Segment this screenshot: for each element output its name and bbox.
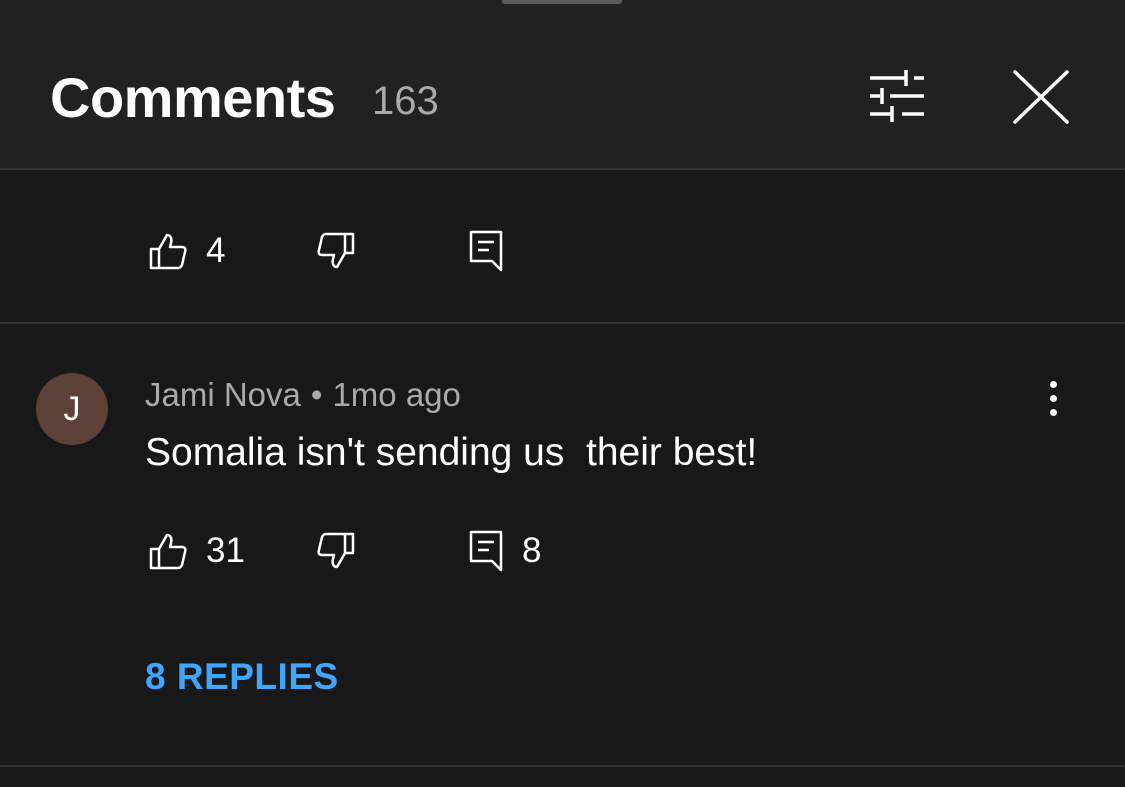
sliders-icon bbox=[870, 70, 924, 122]
previous-comment-actions: 4 bbox=[0, 226, 1125, 276]
view-replies-link[interactable]: 8 REPLIES bbox=[145, 656, 339, 698]
close-icon bbox=[1013, 70, 1069, 124]
comment-count: 163 bbox=[372, 79, 439, 123]
thumbs-down-icon bbox=[317, 232, 355, 269]
dislike-button[interactable] bbox=[316, 526, 356, 576]
close-button[interactable] bbox=[1008, 66, 1074, 128]
more-vertical-icon bbox=[1049, 408, 1057, 416]
comments-panel: Comments 163 4 J Jami Nova • 1mo ago Som… bbox=[0, 0, 1125, 787]
more-vertical-icon bbox=[1049, 380, 1057, 388]
like-button[interactable]: 31 bbox=[148, 526, 245, 576]
like-count: 4 bbox=[206, 231, 226, 270]
comment-icon bbox=[469, 230, 503, 272]
dislike-button[interactable] bbox=[316, 226, 356, 276]
comment-meta: Jami Nova • 1mo ago bbox=[145, 375, 461, 415]
comment-time: 1mo ago bbox=[332, 376, 461, 413]
like-count: 31 bbox=[206, 531, 245, 570]
like-button[interactable]: 4 bbox=[148, 226, 225, 276]
more-vertical-icon bbox=[1049, 394, 1057, 402]
reply-button[interactable]: 8 bbox=[468, 526, 541, 576]
sort-filter-button[interactable] bbox=[862, 66, 932, 126]
reply-count: 8 bbox=[522, 531, 542, 570]
divider bbox=[0, 322, 1125, 324]
more-options-button[interactable] bbox=[1036, 375, 1070, 421]
divider bbox=[0, 765, 1125, 767]
drag-handle[interactable] bbox=[502, 0, 622, 4]
thumbs-up-icon bbox=[149, 533, 187, 570]
comment-icon bbox=[469, 530, 503, 572]
avatar-initial: J bbox=[63, 389, 81, 428]
author-name[interactable]: Jami Nova bbox=[145, 376, 301, 413]
thumbs-up-icon bbox=[149, 233, 187, 270]
panel-title: Comments bbox=[50, 66, 336, 129]
comment-actions: 31 8 bbox=[0, 526, 1125, 576]
avatar[interactable]: J bbox=[36, 373, 108, 445]
reply-button[interactable] bbox=[468, 226, 504, 276]
comment-text: Somalia isn't sending us their best! bbox=[145, 431, 758, 474]
comments-header: Comments 163 bbox=[0, 0, 1125, 170]
meta-separator: • bbox=[310, 376, 323, 413]
thumbs-down-icon bbox=[317, 532, 355, 569]
